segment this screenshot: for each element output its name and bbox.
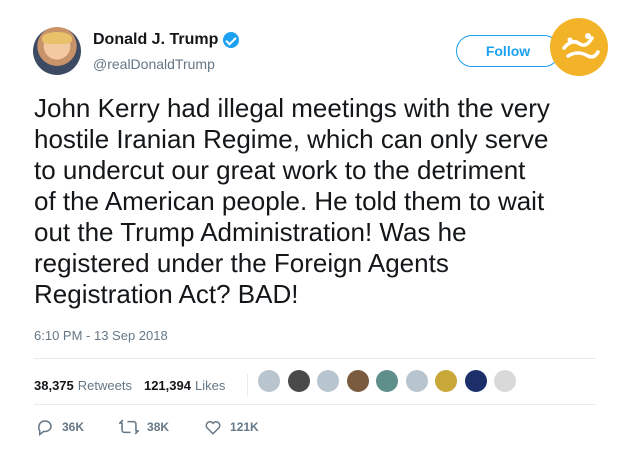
user-avatar-icon[interactable] bbox=[287, 370, 310, 392]
watermark-logo bbox=[550, 18, 608, 76]
retweet-count: 38K bbox=[147, 420, 170, 434]
user-handle[interactable]: @realDonaldTrump bbox=[93, 56, 215, 72]
reply-icon bbox=[37, 420, 52, 436]
tweet-text: John Kerry had illegal meetings with the… bbox=[34, 93, 550, 309]
display-name[interactable]: Donald J. Trump bbox=[93, 31, 218, 49]
like-count: 121K bbox=[230, 420, 259, 434]
stats-row: 38,375 Retweets 121,394 Likes bbox=[34, 374, 249, 396]
like-button[interactable]: 121K bbox=[204, 418, 259, 436]
retweet-icon bbox=[119, 419, 140, 435]
name-row: Donald J. Trump bbox=[93, 31, 240, 49]
profile-avatar[interactable] bbox=[33, 27, 81, 75]
likers-avatars bbox=[258, 370, 524, 392]
tweet-timestamp[interactable]: 6:10 PM - 13 Sep 2018 bbox=[34, 328, 168, 343]
tweet-actions: 36K 38K 121K bbox=[36, 418, 294, 436]
user-avatar-icon[interactable] bbox=[464, 370, 487, 392]
retweet-button[interactable]: 38K bbox=[119, 418, 169, 436]
likes-count[interactable]: 121,394 bbox=[144, 378, 191, 393]
likes-label[interactable]: Likes bbox=[195, 378, 225, 393]
reply-count: 36K bbox=[62, 420, 85, 434]
default-avatar-icon[interactable] bbox=[405, 370, 428, 392]
retweets-label[interactable]: Retweets bbox=[78, 378, 132, 393]
divider-top bbox=[34, 358, 596, 359]
stats-separator bbox=[247, 374, 249, 396]
retweets-count[interactable]: 38,375 bbox=[34, 378, 74, 393]
follow-button[interactable]: Follow bbox=[456, 35, 560, 67]
user-avatar-icon[interactable] bbox=[435, 370, 457, 392]
reply-button[interactable]: 36K bbox=[36, 418, 84, 436]
user-avatar-icon[interactable] bbox=[376, 370, 398, 392]
default-avatar-icon[interactable] bbox=[317, 370, 339, 392]
divider-bottom bbox=[34, 404, 596, 405]
heart-icon bbox=[205, 421, 221, 435]
default-avatar-icon[interactable] bbox=[258, 370, 280, 392]
verified-badge-icon bbox=[223, 32, 240, 48]
user-avatar-icon[interactable] bbox=[346, 370, 369, 392]
user-avatar-icon[interactable] bbox=[494, 370, 516, 392]
